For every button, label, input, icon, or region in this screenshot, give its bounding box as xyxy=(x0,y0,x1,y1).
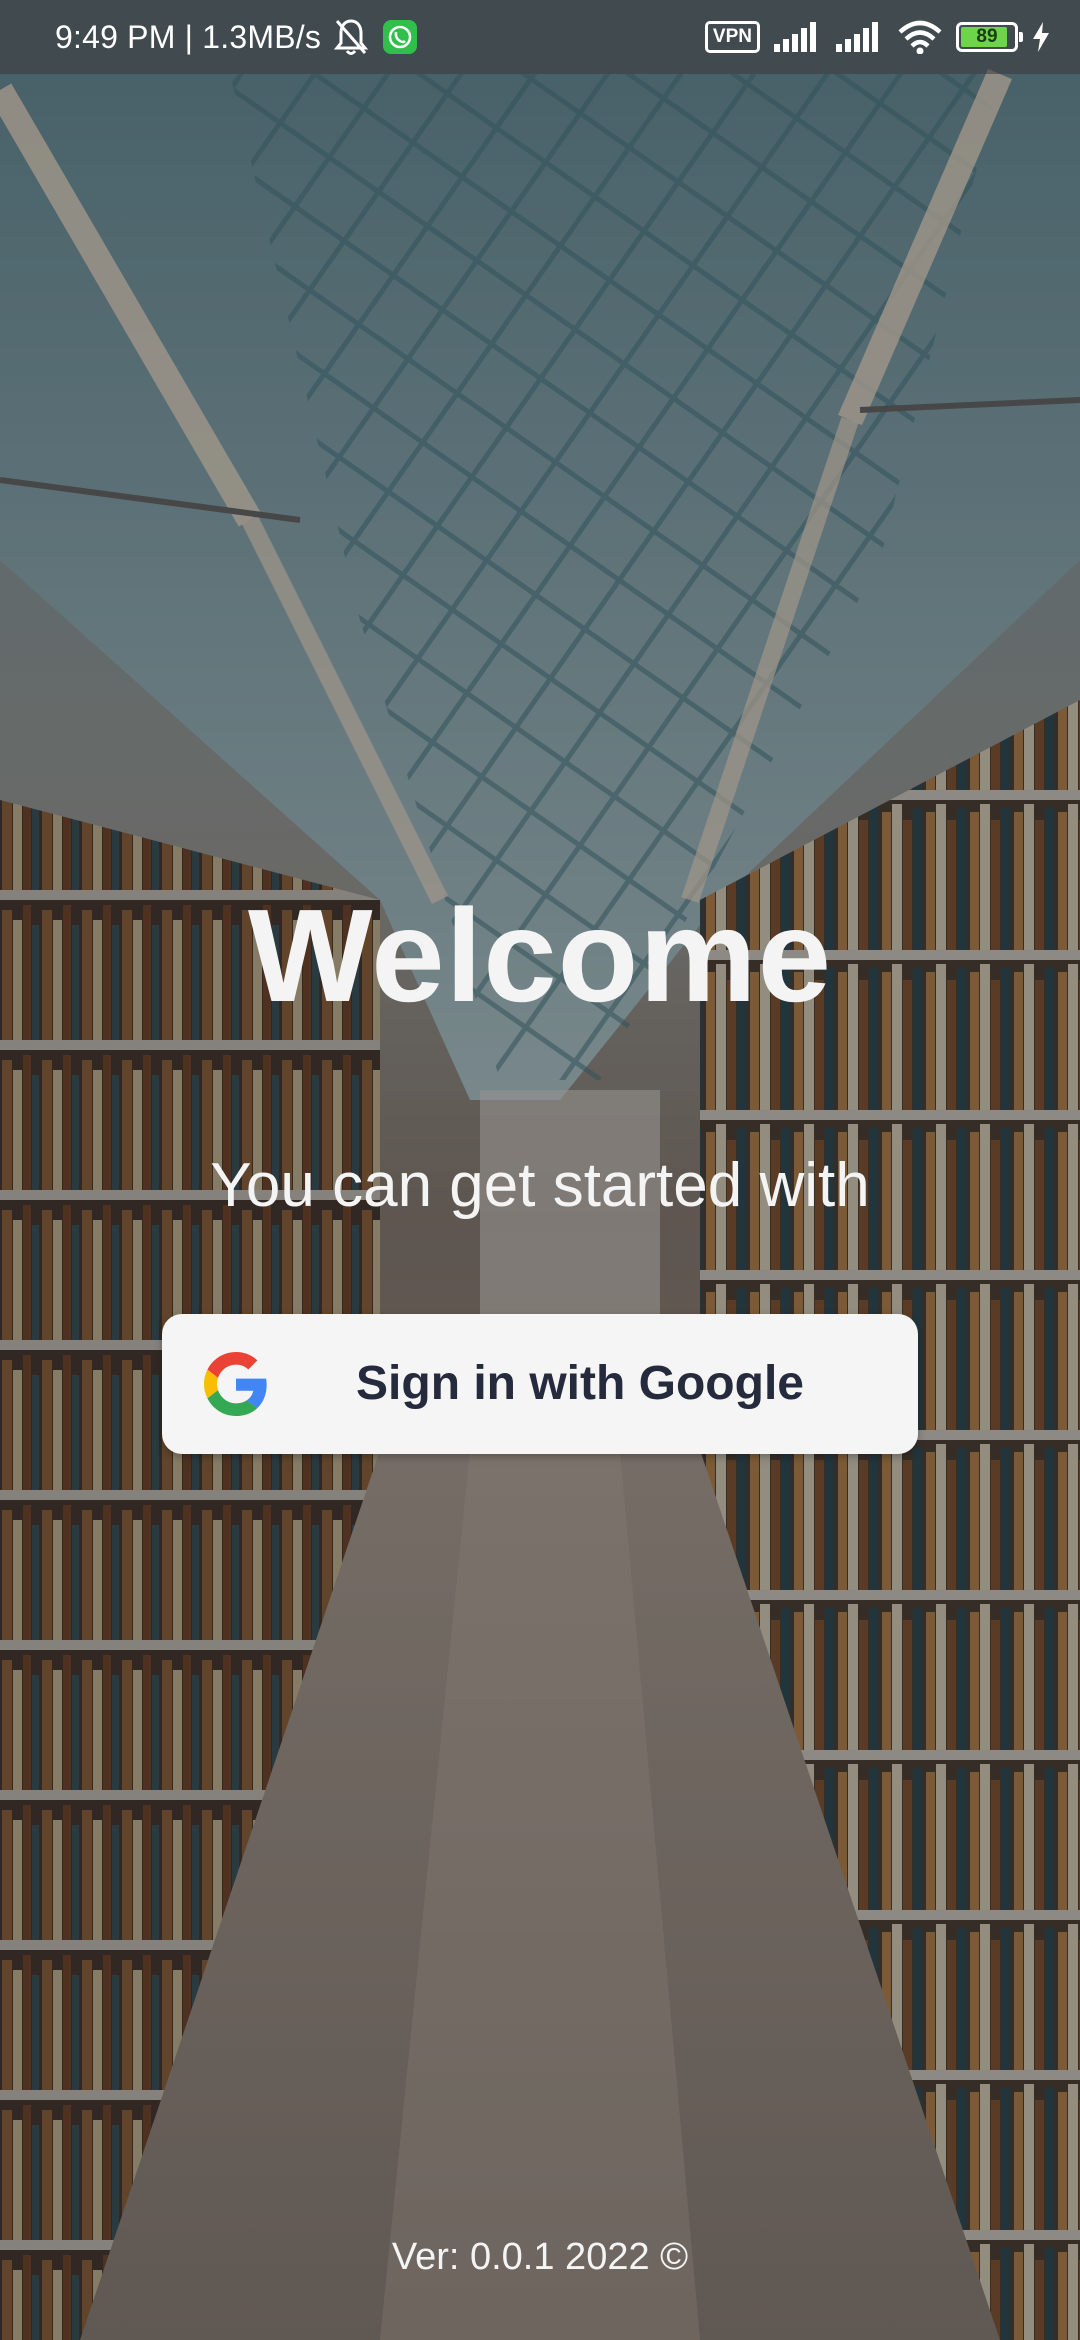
welcome-subtitle: You can get started with xyxy=(210,1151,870,1220)
welcome-title: Welcome xyxy=(247,882,833,1029)
charging-icon xyxy=(1033,22,1049,52)
welcome-screen: 9:49 PM | 1.3MB/s VPN 89 Welcome You can… xyxy=(0,0,1080,2340)
wifi-icon xyxy=(898,20,942,54)
whatsapp-icon xyxy=(383,20,418,54)
status-time-speed: 9:49 PM | 1.3MB/s xyxy=(55,18,322,55)
signal-icon xyxy=(774,22,816,52)
status-bar: 9:49 PM | 1.3MB/s VPN 89 xyxy=(0,0,1080,74)
battery-level: 89 xyxy=(976,26,998,47)
battery-tip xyxy=(1019,32,1023,42)
version-text: Ver: 0.0.1 2022 © xyxy=(391,2236,689,2278)
vpn-icon: VPN xyxy=(704,21,760,53)
status-right: VPN 89 xyxy=(704,0,1050,74)
bell-muted-icon xyxy=(333,19,369,55)
sign-in-button-label: Sign in with Google xyxy=(356,1357,804,1410)
battery-icon: 89 xyxy=(956,22,1023,52)
sign-in-with-google-button[interactable]: Sign in with Google xyxy=(162,1314,918,1454)
google-logo-icon xyxy=(204,1352,267,1416)
signal-icon xyxy=(836,22,878,52)
status-left: 9:49 PM | 1.3MB/s xyxy=(55,0,418,74)
